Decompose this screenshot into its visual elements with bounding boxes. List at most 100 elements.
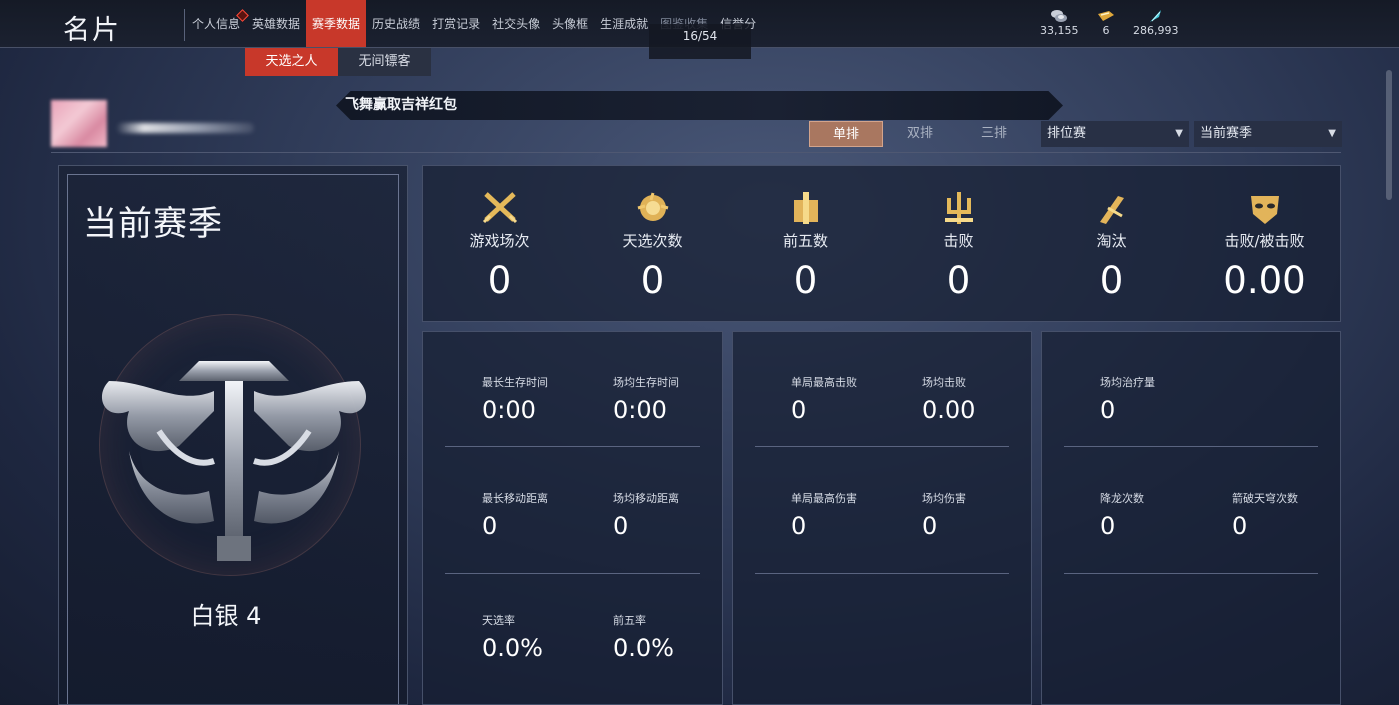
stat-label: 天选次数 xyxy=(622,232,683,250)
tab-label: 历史战绩 xyxy=(372,17,421,31)
row-divider xyxy=(445,573,700,574)
stat-label: 场均击败 xyxy=(922,376,966,389)
coin-stack-icon xyxy=(1051,10,1068,22)
stat-value: 0 xyxy=(487,259,512,302)
lotus-emblem-icon xyxy=(637,192,668,221)
stat-dragon-subdue: 降龙次数 0 xyxy=(1100,490,1144,540)
announcement-marquee[interactable]: 飞舞赢取吉祥红包 xyxy=(336,91,1063,120)
stat-label: 降龙次数 xyxy=(1100,492,1144,505)
stat-chosen-count: 天选次数 0 xyxy=(576,166,729,302)
tab-label: 头像框 xyxy=(552,17,589,31)
survival-stats-panel: 最长生存时间 0:00 场均生存时间 0:00 最长移动距离 0 场均移动距离 … xyxy=(422,331,723,705)
stat-avg-healing: 场均治疗量 0 xyxy=(1100,374,1155,424)
misc-stats-panel: 场均治疗量 0 降龙次数 0 箭破天穹次数 0 xyxy=(1041,331,1341,705)
row-divider xyxy=(755,446,1009,447)
tab-label: 打赏记录 xyxy=(432,17,481,31)
nav-divider xyxy=(184,9,185,41)
stat-label: 箭破天穹次数 xyxy=(1232,492,1298,505)
stat-label: 场均生存时间 xyxy=(613,376,679,389)
stat-value: 0 xyxy=(1232,512,1248,540)
stat-label: 前五数 xyxy=(782,232,828,250)
summary-stats-panel: 游戏场次 0 天选次数 0 前五数 0 击败 0 淘汰 0 击败/被击败 0.0… xyxy=(422,165,1341,322)
tab-career-achievements[interactable]: 生涯成就 xyxy=(594,0,654,48)
mask-icon xyxy=(1250,196,1279,224)
tab-match-history[interactable]: 历史战绩 xyxy=(366,0,426,48)
collection-progress: 16/54 xyxy=(649,24,751,59)
combat-stats-panel: 单局最高击败 0 场均击败 0.00 单局最高伤害 0 场均伤害 0 xyxy=(732,331,1032,705)
tickets-value: 6 xyxy=(1102,24,1110,37)
mode-tab-duo[interactable]: 双排 xyxy=(883,121,957,147)
stat-value: 0 xyxy=(1099,259,1124,302)
stat-longest-distance: 最长移动距离 0 xyxy=(482,490,548,540)
stat-label: 最长生存时间 xyxy=(482,376,548,389)
currency-coins: 33,155 xyxy=(1040,9,1079,37)
stat-avg-damage: 场均伤害 0 xyxy=(922,490,966,540)
tab-label: 赛季数据 xyxy=(312,17,361,31)
stat-value: 0 xyxy=(1100,512,1116,540)
tab-label: 社交头像 xyxy=(492,17,541,31)
currency-gems: 286,993 xyxy=(1133,9,1179,37)
row-divider xyxy=(445,446,700,447)
season-value: 当前赛季 xyxy=(1200,126,1253,141)
stat-value: 0 xyxy=(922,512,938,540)
stat-longest-survival: 最长生存时间 0:00 xyxy=(482,374,548,424)
crossed-swords-icon xyxy=(482,192,517,224)
tab-avatar-frame[interactable]: 头像框 xyxy=(546,0,594,48)
coins-value: 33,155 xyxy=(1040,24,1079,37)
tab-label: 英雄数据 xyxy=(252,17,301,31)
stat-label: 单局最高伤害 xyxy=(791,492,857,505)
avatar[interactable] xyxy=(51,100,107,147)
stat-value: 0.00 xyxy=(922,396,976,424)
subtab-escort[interactable]: 无间镖客 xyxy=(338,48,431,76)
season-select[interactable]: 当前赛季 ▼ xyxy=(1194,121,1342,147)
chevron-down-icon: ▼ xyxy=(1328,128,1336,139)
podium-icon xyxy=(793,192,818,224)
tab-social-avatar[interactable]: 社交头像 xyxy=(486,0,546,48)
row-divider xyxy=(755,573,1009,574)
ticket-icon xyxy=(1098,11,1114,21)
stat-avg-defeats: 场均击败 0.00 xyxy=(922,374,975,424)
tab-personal-info[interactable]: 个人信息 xyxy=(186,0,249,48)
stat-value: 0:00 xyxy=(613,396,667,424)
stat-kd-ratio: 击败/被击败 0.00 xyxy=(1188,166,1341,302)
subtab-chosen-one[interactable]: 天选之人 xyxy=(245,48,338,76)
stat-sky-arrow: 箭破天穹次数 0 xyxy=(1232,490,1298,540)
stat-value: 0.0% xyxy=(613,634,674,662)
scrollbar[interactable] xyxy=(1386,70,1392,200)
match-type-select[interactable]: 排位赛 ▼ xyxy=(1041,121,1189,147)
tab-label: 生涯成就 xyxy=(600,17,649,31)
tab-hero-data[interactable]: 英雄数据 xyxy=(246,0,306,48)
chevron-down-icon: ▼ xyxy=(1175,128,1183,139)
stat-label: 淘汰 xyxy=(1096,232,1127,250)
broken-blade-icon xyxy=(1099,196,1124,224)
mode-tab-solo[interactable]: 单排 xyxy=(809,121,883,147)
stat-value: 0 xyxy=(640,259,665,302)
tab-tip-records[interactable]: 打赏记录 xyxy=(426,0,486,48)
stat-value: 0.0% xyxy=(482,634,543,662)
stat-value: 0 xyxy=(946,259,971,302)
match-type-value: 排位赛 xyxy=(1047,126,1087,141)
stat-value: 0 xyxy=(793,259,818,302)
page-title: 名片 xyxy=(63,15,121,46)
stat-label: 击败 xyxy=(943,232,974,250)
row-divider xyxy=(1064,573,1318,574)
season-title: 当前赛季 xyxy=(83,204,223,244)
trident-icon xyxy=(944,192,973,224)
stat-label: 游戏场次 xyxy=(469,232,530,250)
stat-chosen-rate: 天选率 0.0% xyxy=(482,612,543,662)
stat-label: 场均治疗量 xyxy=(1100,376,1155,389)
stat-label: 天选率 xyxy=(482,614,515,627)
stat-label: 单局最高击败 xyxy=(791,376,857,389)
stat-value: 0 xyxy=(791,512,807,540)
stat-label: 击败/被击败 xyxy=(1224,232,1305,250)
mode-tab-trio[interactable]: 三排 xyxy=(957,121,1031,147)
tab-season-data[interactable]: 赛季数据 xyxy=(306,0,367,48)
currency-tickets: 6 xyxy=(1097,9,1115,37)
gems-value: 286,993 xyxy=(1133,24,1179,37)
row-divider xyxy=(1064,446,1318,447)
mode-tabs: 单排 双排 三排 xyxy=(809,121,1031,147)
silver-rank-emblem-icon xyxy=(101,361,367,561)
stat-value: 0 xyxy=(791,396,807,424)
season-rank-panel: 当前赛季 白银 4 xyxy=(58,165,408,705)
stat-avg-survival: 场均生存时间 0:00 xyxy=(613,374,679,424)
